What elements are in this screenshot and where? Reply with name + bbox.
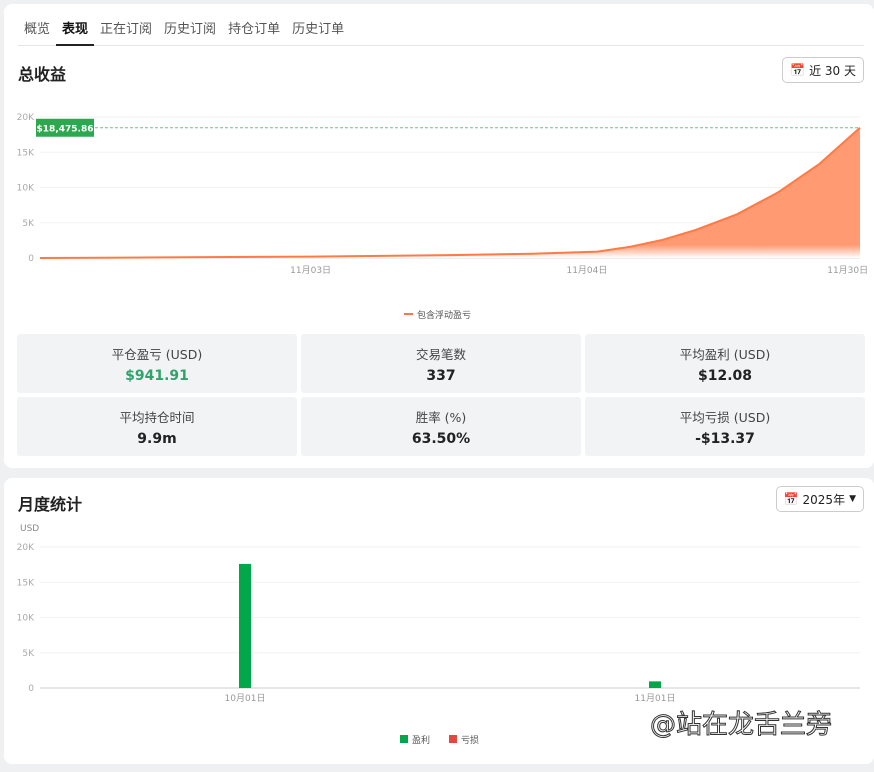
stat-label: 平均持仓时间: [119, 410, 195, 425]
legend-label-profit: 盈利: [412, 734, 430, 746]
year-label: 2025年: [802, 492, 846, 507]
x-tick-label: 10月01日: [225, 693, 266, 704]
stat-value: 9.9m: [137, 431, 177, 447]
bar-profit: [239, 563, 251, 688]
stat-value: $941.91: [125, 368, 189, 384]
legend-swatch: [404, 313, 413, 315]
stat-card: 平均亏损 (USD) -$13.37: [585, 397, 865, 456]
stat-label: 平仓盈亏 (USD): [111, 347, 203, 362]
stat-value: $12.08: [697, 368, 753, 384]
stat-value: 63.50%: [411, 431, 471, 447]
legend-label-loss: 亏损: [461, 734, 479, 746]
monthly-bar-chart: USD 0 5K 10K 15K 20K 10月01日 11月01日盈利 亏损: [17, 524, 860, 746]
stats-grid: 平仓盈亏 (USD) $941.91 交易笔数 337 平均盈利 (USD) $12.08…: [17, 334, 865, 456]
monthly-title: 月度统计: [18, 495, 83, 514]
y-tick-label: 0: [28, 684, 34, 694]
legend-swatch-profit: [400, 735, 408, 743]
x-tick-label: 11月01日: [635, 693, 676, 704]
stat-label: 胜率 (%): [415, 410, 467, 425]
year-select[interactable]: 📅 2025年 ▼: [775, 486, 864, 512]
stat-card: 平仓盈亏 (USD) $941.91: [17, 334, 297, 393]
stat-value: -$13.37: [695, 431, 755, 447]
stat-card: 胜率 (%) 63.50%: [301, 397, 581, 456]
stat-label: 平均亏损 (USD): [679, 410, 771, 425]
y-axis-label: USD: [20, 524, 39, 534]
stat-label: 交易笔数: [415, 347, 466, 362]
stat-label: 平均盈利 (USD): [679, 347, 771, 362]
caret-down-icon: ▼: [849, 494, 856, 504]
calendar-icon: 📅: [783, 492, 799, 506]
legend-label: 包含浮动盈亏: [417, 309, 471, 320]
y-tick-label: 10K: [17, 614, 35, 624]
stat-card: 平均持仓时间 9.9m: [17, 397, 297, 456]
y-tick-label: 20K: [17, 543, 35, 553]
y-tick-label: 5K: [22, 649, 35, 659]
bar-profit: [649, 681, 661, 688]
legend-swatch-loss: [449, 735, 457, 743]
stat-value: 337: [426, 368, 456, 384]
stat-card: 交易笔数 337: [301, 334, 581, 393]
y-tick-label: 15K: [17, 578, 35, 588]
stat-card: 平均盈利 (USD) $12.08: [585, 334, 865, 393]
watermark: @站在龙舌兰旁: [649, 710, 833, 741]
